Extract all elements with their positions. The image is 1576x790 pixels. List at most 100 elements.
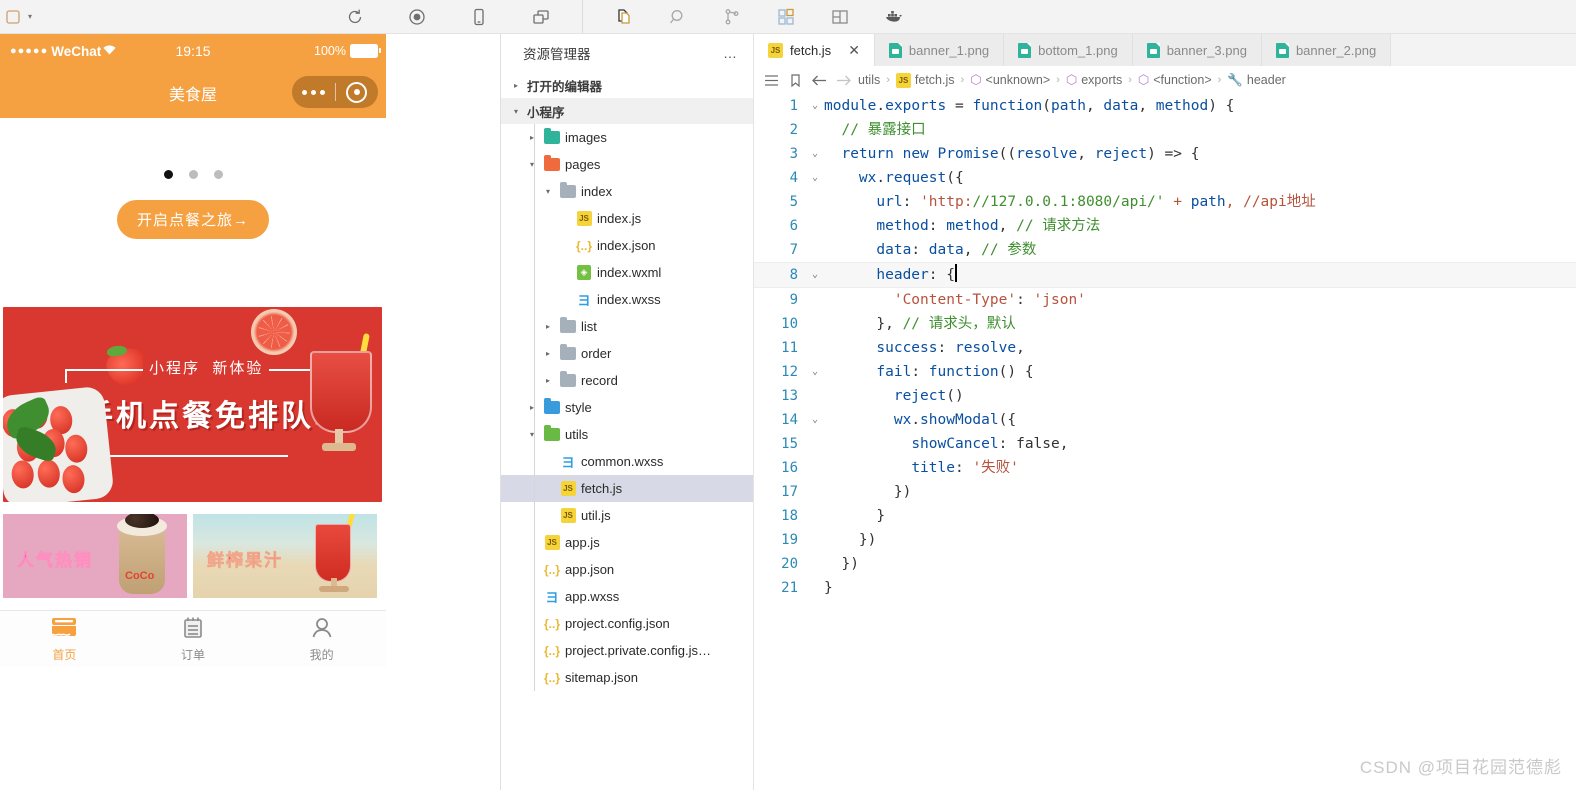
tree-item-pages[interactable]: ▾ pages	[501, 151, 753, 178]
tree-item-util-js[interactable]: JS util.js	[501, 502, 753, 529]
phone-preview-icon[interactable]	[468, 6, 490, 28]
tree-item-app-js[interactable]: JS app.js	[501, 529, 753, 556]
promo-card-hot[interactable]: 人气热销 CoCo	[3, 514, 187, 598]
tree-item-index-js[interactable]: JS index.js	[501, 205, 753, 232]
chevron-down-icon[interactable]: ▾	[541, 187, 555, 196]
tabbar-item-mine[interactable]: 我的	[257, 611, 386, 667]
explorer-section-project[interactable]: ▾ 小程序	[501, 98, 753, 124]
back-arrow-icon[interactable]	[810, 71, 828, 89]
promo-banner[interactable]: 小程序 新体验 手机点餐免排队哦	[3, 307, 382, 502]
code-line[interactable]: 21}	[754, 576, 1576, 600]
code-line[interactable]: 7 data: data, // 参数	[754, 238, 1576, 262]
code-line[interactable]: 16 title: '失败'	[754, 456, 1576, 480]
explorer-section-open-editors[interactable]: ▸ 打开的编辑器	[501, 72, 753, 98]
carousel-dot-2[interactable]	[188, 170, 198, 179]
bookmark-icon[interactable]	[786, 71, 804, 89]
carousel-dot-1[interactable]	[163, 170, 173, 179]
code-line[interactable]: 18 }	[754, 504, 1576, 528]
capsule-close-icon[interactable]	[336, 81, 379, 103]
tree-item-app-wxss[interactable]: ヨ app.wxss	[501, 583, 753, 610]
code-line[interactable]: 15 showCancel: false,	[754, 432, 1576, 456]
code-line[interactable]: 20 })	[754, 552, 1576, 576]
code-line[interactable]: 4 ⌄ wx.request({	[754, 166, 1576, 190]
tree-item-list[interactable]: ▸ list	[501, 313, 753, 340]
editor-tab-banner-2-png[interactable]: banner_2.png	[1261, 34, 1392, 66]
carousel-dot-3[interactable]	[213, 170, 223, 179]
tree-item-utils[interactable]: ▾ utils	[501, 421, 753, 448]
chevron-right-icon[interactable]: ▸	[541, 349, 555, 358]
code-line[interactable]: 11 success: resolve,	[754, 336, 1576, 360]
fold-chevron-icon[interactable]: ⌄	[806, 142, 824, 166]
code-line[interactable]: 6 method: method, // 请求方法	[754, 214, 1576, 238]
search-icon[interactable]	[667, 6, 689, 28]
code-line[interactable]: 13 reject()	[754, 384, 1576, 408]
code-line[interactable]: 14 ⌄ wx.showModal({	[754, 408, 1576, 432]
tree-item-record[interactable]: ▸ record	[501, 367, 753, 394]
tabbar-item-order[interactable]: 订单	[129, 611, 258, 667]
chevron-right-icon[interactable]: ▸	[525, 403, 539, 412]
breadcrumb-item--function-[interactable]: ⬡ <function>	[1138, 72, 1212, 88]
editor-tab-bottom-1-png[interactable]: bottom_1.png	[1004, 34, 1133, 66]
tree-item-images[interactable]: ▸ images	[501, 124, 753, 151]
outline-icon[interactable]	[762, 71, 780, 89]
explorer-more-actions-icon[interactable]: …	[723, 45, 739, 61]
window-switch-icon[interactable]	[530, 6, 552, 28]
tree-item-index-wxml[interactable]: ◈ index.wxml	[501, 259, 753, 286]
source-control-icon[interactable]	[721, 6, 743, 28]
start-order-button[interactable]: 开启点餐之旅→	[116, 200, 269, 239]
code-line[interactable]: 9 'Content-Type': 'json'	[754, 288, 1576, 312]
wechat-capsule-button[interactable]	[292, 76, 378, 108]
tree-item-project-config-json[interactable]: {..} project.config.json	[501, 610, 753, 637]
extensions-icon[interactable]	[775, 6, 797, 28]
tabbar-item-home[interactable]: 首页	[0, 611, 129, 667]
breadcrumb-item-fetch-js[interactable]: JS fetch.js	[895, 72, 955, 88]
refresh-icon[interactable]	[344, 6, 366, 28]
chevron-down-icon[interactable]: ▾	[525, 430, 539, 439]
breadcrumb-item-utils[interactable]: utils	[858, 73, 880, 87]
docker-icon[interactable]	[883, 6, 905, 28]
promo-card-juice[interactable]: 鲜榨果汁	[193, 514, 377, 598]
record-icon[interactable]	[406, 6, 428, 28]
fold-chevron-icon[interactable]: ⌄	[806, 263, 824, 287]
tree-item-common-wxss[interactable]: ヨ common.wxss	[501, 448, 753, 475]
fold-chevron-icon[interactable]: ⌄	[806, 360, 824, 384]
project-dropdown-caret-icon[interactable]: ▾	[28, 12, 32, 21]
code-line[interactable]: 3 ⌄ return new Promise((resolve, reject) …	[754, 142, 1576, 166]
tree-item-index[interactable]: ▾ index	[501, 178, 753, 205]
code-editor[interactable]: 1 ⌄ module.exports = function(path, data, …	[754, 94, 1576, 790]
breadcrumb-item-header[interactable]: 🔧 header	[1227, 73, 1286, 88]
fold-chevron-icon[interactable]: ⌄	[806, 408, 824, 432]
carousel-indicator[interactable]	[0, 118, 386, 179]
code-line[interactable]: 8 ⌄ header: {	[754, 262, 1576, 288]
breadcrumb-item--unknown-[interactable]: ⬡ <unknown>	[970, 72, 1050, 88]
close-icon[interactable]: ✕	[848, 43, 860, 57]
explorer-icon[interactable]	[613, 6, 635, 28]
code-line[interactable]: 2 // 暴露接口	[754, 118, 1576, 142]
code-line[interactable]: 5 url: 'http://127.0.0.1:8080/api/' + pa…	[754, 190, 1576, 214]
capsule-menu-icon[interactable]	[292, 89, 335, 95]
tree-item-app-json[interactable]: {..} app.json	[501, 556, 753, 583]
tree-item-sitemap-json[interactable]: {..} sitemap.json	[501, 664, 753, 691]
code-line[interactable]: 1 ⌄ module.exports = function(path, data, …	[754, 94, 1576, 118]
chevron-right-icon[interactable]: ▸	[541, 376, 555, 385]
tree-item-style[interactable]: ▸ style	[501, 394, 753, 421]
code-line[interactable]: 12 ⌄ fail: function() {	[754, 360, 1576, 384]
breadcrumb-item-exports[interactable]: ⬡ exports	[1066, 72, 1122, 88]
tree-item-fetch-js[interactable]: JS fetch.js	[501, 475, 753, 502]
tree-item-index-json[interactable]: {..} index.json	[501, 232, 753, 259]
tree-item-order[interactable]: ▸ order	[501, 340, 753, 367]
code-line[interactable]: 10 }, // 请求头，默认	[754, 312, 1576, 336]
fold-chevron-icon[interactable]: ⌄	[806, 166, 824, 190]
tree-item-index-wxss[interactable]: ヨ index.wxss	[501, 286, 753, 313]
editor-tab-fetch-js[interactable]: JS fetch.js ✕	[754, 34, 875, 66]
editor-tab-banner-1-png[interactable]: banner_1.png	[874, 34, 1005, 66]
chevron-right-icon[interactable]: ▸	[541, 322, 555, 331]
project-avatar-icon[interactable]	[2, 6, 24, 28]
code-line[interactable]: 19 })	[754, 528, 1576, 552]
tree-item-project-private-config-js-[interactable]: {..} project.private.config.js…	[501, 637, 753, 664]
chevron-down-icon[interactable]: ▾	[525, 160, 539, 169]
editor-tab-banner-3-png[interactable]: banner_3.png	[1132, 34, 1262, 66]
code-line[interactable]: 17 })	[754, 480, 1576, 504]
chevron-right-icon[interactable]: ▸	[525, 133, 539, 142]
forward-arrow-icon[interactable]	[834, 71, 852, 89]
